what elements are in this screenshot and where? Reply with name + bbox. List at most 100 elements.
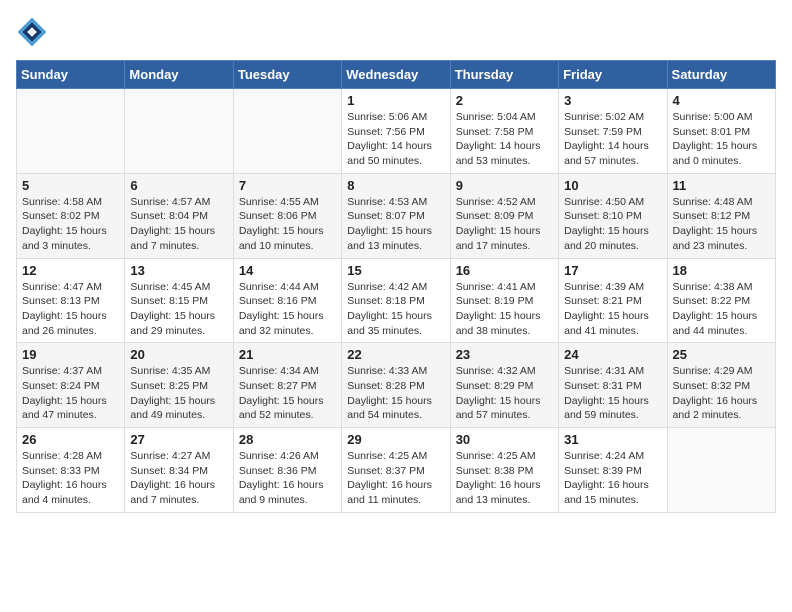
day-cell: 30 Sunrise: 4:25 AM Sunset: 8:38 PM Dayli… — [450, 428, 558, 513]
day-info: Sunrise: 4:55 AM Sunset: 8:06 PM Dayligh… — [239, 195, 336, 254]
day-number: 28 — [239, 432, 336, 447]
day-number: 1 — [347, 93, 444, 108]
day-number: 6 — [130, 178, 227, 193]
day-cell: 11 Sunrise: 4:48 AM Sunset: 8:12 PM Dayli… — [667, 173, 775, 258]
week-row-5: 26 Sunrise: 4:28 AM Sunset: 8:33 PM Dayli… — [17, 428, 776, 513]
calendar-body: 1 Sunrise: 5:06 AM Sunset: 7:56 PM Daylig… — [17, 89, 776, 513]
day-number: 19 — [22, 347, 119, 362]
logo-icon — [16, 16, 48, 48]
day-cell: 26 Sunrise: 4:28 AM Sunset: 8:33 PM Dayli… — [17, 428, 125, 513]
header-cell-thursday: Thursday — [450, 61, 558, 89]
day-info: Sunrise: 4:24 AM Sunset: 8:39 PM Dayligh… — [564, 449, 661, 508]
header-cell-wednesday: Wednesday — [342, 61, 450, 89]
day-number: 2 — [456, 93, 553, 108]
day-cell — [233, 89, 341, 174]
day-number: 7 — [239, 178, 336, 193]
header-cell-friday: Friday — [559, 61, 667, 89]
day-cell: 16 Sunrise: 4:41 AM Sunset: 8:19 PM Dayli… — [450, 258, 558, 343]
day-info: Sunrise: 4:38 AM Sunset: 8:22 PM Dayligh… — [673, 280, 770, 339]
day-cell: 6Sunrise: 4:57 AM Sunset: 8:04 PM Daylig… — [125, 173, 233, 258]
header-cell-saturday: Saturday — [667, 61, 775, 89]
day-cell: 25Sunrise: 4:29 AM Sunset: 8:32 PM Dayli… — [667, 343, 775, 428]
day-info: Sunrise: 4:41 AM Sunset: 8:19 PM Dayligh… — [456, 280, 553, 339]
day-cell: 19 Sunrise: 4:37 AM Sunset: 8:24 PM Dayli… — [17, 343, 125, 428]
day-cell: 29 Sunrise: 4:25 AM Sunset: 8:37 PM Dayli… — [342, 428, 450, 513]
day-cell: 7 Sunrise: 4:55 AM Sunset: 8:06 PM Daylig… — [233, 173, 341, 258]
day-info: Sunrise: 4:32 AM Sunset: 8:29 PM Dayligh… — [456, 364, 553, 423]
day-number: 16 — [456, 263, 553, 278]
day-cell: 24 Sunrise: 4:31 AM Sunset: 8:31 PM Dayli… — [559, 343, 667, 428]
day-number: 18 — [673, 263, 770, 278]
day-number: 13 — [130, 263, 227, 278]
day-number: 24 — [564, 347, 661, 362]
day-cell: 27 Sunrise: 4:27 AM Sunset: 8:34 PM Dayli… — [125, 428, 233, 513]
day-info: Sunrise: 4:26 AM Sunset: 8:36 PM Dayligh… — [239, 449, 336, 508]
day-number: 22 — [347, 347, 444, 362]
day-info: Sunrise: 4:50 AM Sunset: 8:10 PM Dayligh… — [564, 195, 661, 254]
day-cell: 14 Sunrise: 4:44 AM Sunset: 8:16 PM Dayli… — [233, 258, 341, 343]
day-number: 11 — [673, 178, 770, 193]
day-cell: 23 Sunrise: 4:32 AM Sunset: 8:29 PM Dayli… — [450, 343, 558, 428]
day-info: Sunrise: 4:53 AM Sunset: 8:07 PM Dayligh… — [347, 195, 444, 254]
day-info: Sunrise: 5:02 AM Sunset: 7:59 PM Dayligh… — [564, 110, 661, 169]
header-cell-sunday: Sunday — [17, 61, 125, 89]
week-row-3: 12Sunrise: 4:47 AM Sunset: 8:13 PM Dayli… — [17, 258, 776, 343]
day-info: Sunrise: 4:31 AM Sunset: 8:31 PM Dayligh… — [564, 364, 661, 423]
day-info: Sunrise: 4:48 AM Sunset: 8:12 PM Dayligh… — [673, 195, 770, 254]
week-row-2: 5 Sunrise: 4:58 AM Sunset: 8:02 PM Daylig… — [17, 173, 776, 258]
calendar-header: SundayMondayTuesdayWednesdayThursdayFrid… — [17, 61, 776, 89]
day-info: Sunrise: 4:45 AM Sunset: 8:15 PM Dayligh… — [130, 280, 227, 339]
day-number: 9 — [456, 178, 553, 193]
day-cell: 15 Sunrise: 4:42 AM Sunset: 8:18 PM Dayli… — [342, 258, 450, 343]
day-cell: 2 Sunrise: 5:04 AM Sunset: 7:58 PM Daylig… — [450, 89, 558, 174]
day-info: Sunrise: 4:35 AM Sunset: 8:25 PM Dayligh… — [130, 364, 227, 423]
day-cell: 28 Sunrise: 4:26 AM Sunset: 8:36 PM Dayli… — [233, 428, 341, 513]
day-number: 27 — [130, 432, 227, 447]
logo — [16, 16, 52, 48]
day-info: Sunrise: 5:00 AM Sunset: 8:01 PM Dayligh… — [673, 110, 770, 169]
header-cell-tuesday: Tuesday — [233, 61, 341, 89]
day-info: Sunrise: 4:44 AM Sunset: 8:16 PM Dayligh… — [239, 280, 336, 339]
day-cell: 3Sunrise: 5:02 AM Sunset: 7:59 PM Daylig… — [559, 89, 667, 174]
header-row: SundayMondayTuesdayWednesdayThursdayFrid… — [17, 61, 776, 89]
day-number: 20 — [130, 347, 227, 362]
day-number: 23 — [456, 347, 553, 362]
day-cell: 18 Sunrise: 4:38 AM Sunset: 8:22 PM Dayli… — [667, 258, 775, 343]
day-number: 10 — [564, 178, 661, 193]
day-info: Sunrise: 5:06 AM Sunset: 7:56 PM Dayligh… — [347, 110, 444, 169]
day-number: 5 — [22, 178, 119, 193]
day-info: Sunrise: 4:58 AM Sunset: 8:02 PM Dayligh… — [22, 195, 119, 254]
header — [16, 16, 776, 48]
day-info: Sunrise: 4:47 AM Sunset: 8:13 PM Dayligh… — [22, 280, 119, 339]
day-number: 14 — [239, 263, 336, 278]
header-cell-monday: Monday — [125, 61, 233, 89]
day-number: 29 — [347, 432, 444, 447]
day-info: Sunrise: 4:42 AM Sunset: 8:18 PM Dayligh… — [347, 280, 444, 339]
day-cell: 8 Sunrise: 4:53 AM Sunset: 8:07 PM Daylig… — [342, 173, 450, 258]
day-cell: 12Sunrise: 4:47 AM Sunset: 8:13 PM Dayli… — [17, 258, 125, 343]
day-number: 31 — [564, 432, 661, 447]
day-cell: 9 Sunrise: 4:52 AM Sunset: 8:09 PM Daylig… — [450, 173, 558, 258]
day-number: 15 — [347, 263, 444, 278]
day-info: Sunrise: 5:04 AM Sunset: 7:58 PM Dayligh… — [456, 110, 553, 169]
day-cell: 1 Sunrise: 5:06 AM Sunset: 7:56 PM Daylig… — [342, 89, 450, 174]
day-info: Sunrise: 4:25 AM Sunset: 8:38 PM Dayligh… — [456, 449, 553, 508]
day-cell — [17, 89, 125, 174]
week-row-1: 1 Sunrise: 5:06 AM Sunset: 7:56 PM Daylig… — [17, 89, 776, 174]
day-info: Sunrise: 4:27 AM Sunset: 8:34 PM Dayligh… — [130, 449, 227, 508]
day-info: Sunrise: 4:25 AM Sunset: 8:37 PM Dayligh… — [347, 449, 444, 508]
day-info: Sunrise: 4:52 AM Sunset: 8:09 PM Dayligh… — [456, 195, 553, 254]
day-info: Sunrise: 4:28 AM Sunset: 8:33 PM Dayligh… — [22, 449, 119, 508]
day-cell: 20 Sunrise: 4:35 AM Sunset: 8:25 PM Dayli… — [125, 343, 233, 428]
day-number: 30 — [456, 432, 553, 447]
day-number: 21 — [239, 347, 336, 362]
day-number: 26 — [22, 432, 119, 447]
calendar-table: SundayMondayTuesdayWednesdayThursdayFrid… — [16, 60, 776, 513]
day-info: Sunrise: 4:29 AM Sunset: 8:32 PM Dayligh… — [673, 364, 770, 423]
day-number: 8 — [347, 178, 444, 193]
day-info: Sunrise: 4:33 AM Sunset: 8:28 PM Dayligh… — [347, 364, 444, 423]
day-info: Sunrise: 4:37 AM Sunset: 8:24 PM Dayligh… — [22, 364, 119, 423]
week-row-4: 19 Sunrise: 4:37 AM Sunset: 8:24 PM Dayli… — [17, 343, 776, 428]
day-info: Sunrise: 4:34 AM Sunset: 8:27 PM Dayligh… — [239, 364, 336, 423]
day-cell: 22 Sunrise: 4:33 AM Sunset: 8:28 PM Dayli… — [342, 343, 450, 428]
